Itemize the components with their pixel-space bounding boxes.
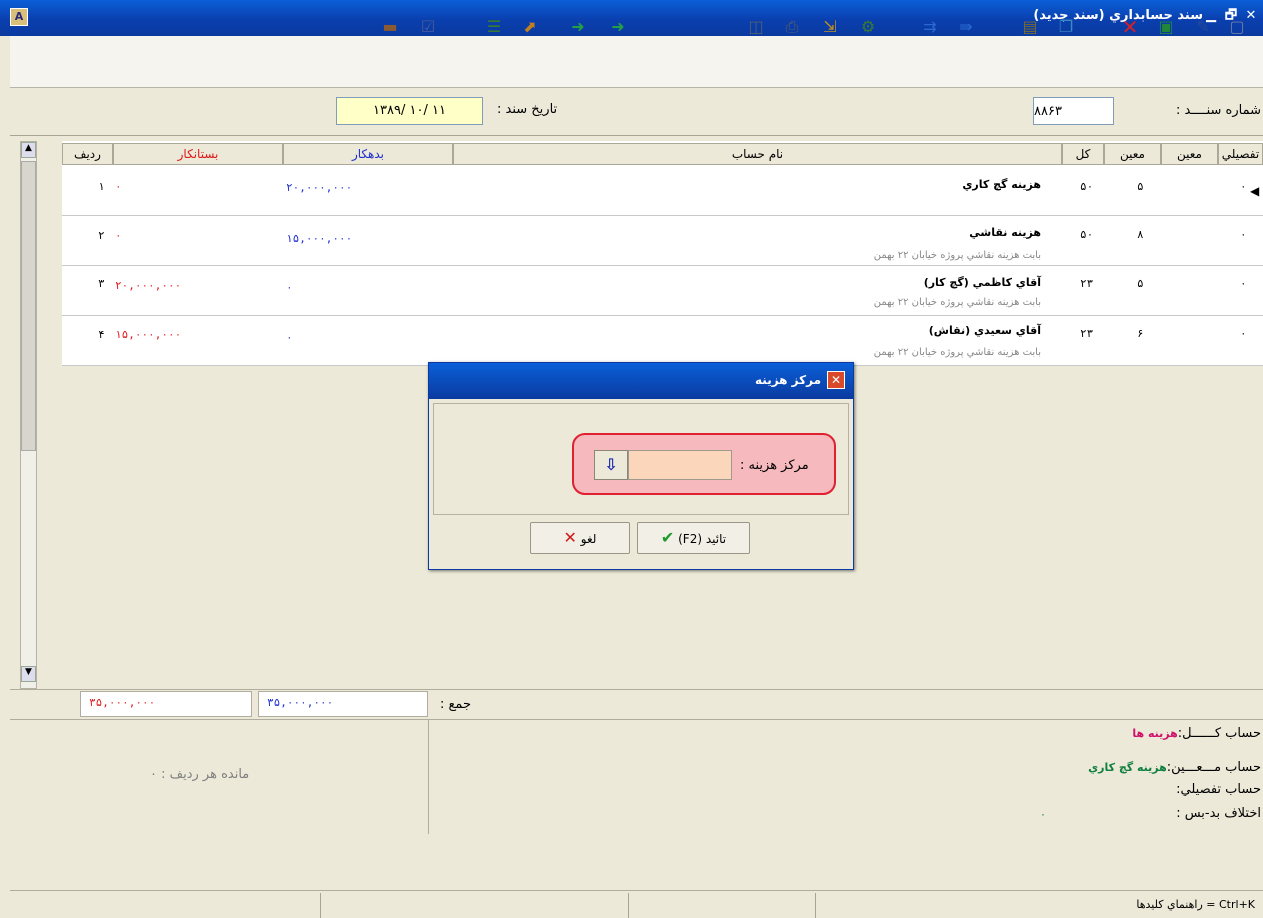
cell-moein[interactable]: ۶ <box>1137 327 1144 340</box>
cell-debit[interactable]: ۱۵,۰۰۰,۰۰۰ <box>286 232 352 245</box>
cell-credit[interactable]: ۰ <box>115 180 122 193</box>
col-header-account-name[interactable]: نام حساب <box>453 143 1062 165</box>
keyboard-help-hint: راهنماي کليدها = Ctrl+K <box>1136 898 1255 911</box>
doc-date-label: تاريخ سند : <box>497 102 558 117</box>
cell-moein[interactable]: ۵ <box>1137 277 1144 290</box>
total-debit: ۳۵,۰۰۰,۰۰۰ <box>258 691 428 717</box>
doc-number-label: شماره سنــــد : <box>1176 103 1261 118</box>
tafsili-account-label: حساب تفصيلي: <box>1176 782 1261 797</box>
kol-account-value: هزينه ها <box>1132 727 1178 740</box>
list-icon[interactable]: ☰ <box>484 17 504 37</box>
col-header-credit[interactable]: بستانکار <box>113 143 283 165</box>
cell-tafsili[interactable]: ۰ <box>1240 327 1247 340</box>
arrow-down-icon: ⇩ <box>604 455 618 474</box>
col-header-row[interactable]: رديف <box>62 143 113 165</box>
cell-account-name[interactable]: هزينه گچ کاري <box>962 178 1041 191</box>
cell-description: بابت هزينه نقاشي پروژه خيابان ۲۲ بهمن <box>873 250 1041 261</box>
cell-moein[interactable]: ۸ <box>1137 228 1144 241</box>
cross-icon: ✕ <box>563 528 577 547</box>
prev-icon[interactable]: ➜ <box>568 17 588 37</box>
cell-description: بابت هزينه نقاشي پروژه خيابان ۲۲ بهمن <box>873 297 1041 308</box>
col-header-moein-secondary[interactable]: معين <box>1104 143 1161 165</box>
briefcase-icon[interactable]: ▬ <box>380 17 400 37</box>
cell-row-number[interactable]: ۳ <box>98 277 105 290</box>
doc-date-field[interactable]: ۱۳۸۹/ ۱۰/ ۱۱ <box>336 97 483 125</box>
paste-icon[interactable]: ▤ <box>1020 17 1040 37</box>
table-row[interactable] <box>62 316 1263 366</box>
scroll-up-icon[interactable]: ▲ <box>21 142 36 158</box>
copy-icon[interactable]: ❐ <box>1056 17 1076 37</box>
delete-icon[interactable]: ✕ <box>1120 17 1140 37</box>
status-divider <box>320 893 321 918</box>
cell-kol[interactable]: ۲۳ <box>1080 277 1093 290</box>
status-divider <box>815 893 816 918</box>
print-icon[interactable]: ⎙ <box>782 17 802 37</box>
doc-date-value: ۱۳۸۹/ ۱۰/ ۱۱ <box>373 103 446 118</box>
save-icon[interactable]: ▣ <box>1156 17 1176 37</box>
cell-credit[interactable]: ۰ <box>115 229 122 242</box>
balance-diff-label: اختلاف بد-بس : <box>1176 806 1261 821</box>
col-header-kol[interactable]: کل <box>1062 143 1104 165</box>
totals-label: جمع : <box>440 697 471 712</box>
cell-debit[interactable]: ۰ <box>286 281 293 294</box>
cell-kol[interactable]: ۵۰ <box>1080 180 1093 193</box>
cell-debit[interactable]: ۰ <box>286 331 293 344</box>
cell-tafsili[interactable]: ۰ <box>1240 228 1247 241</box>
doc-number-field[interactable]: ۸۸۶۳ <box>1033 97 1114 125</box>
cost-center-label: مرکز هزينه : <box>740 458 809 473</box>
status-bar <box>10 890 1263 918</box>
scroll-down-icon[interactable]: ▼ <box>21 666 36 682</box>
col-header-debit[interactable]: بدهکار <box>283 143 453 165</box>
cell-account-name[interactable]: هزينه نقاشي <box>969 226 1041 239</box>
cell-moein[interactable]: ۵ <box>1137 180 1144 193</box>
open-icon[interactable]: ⬈ <box>520 17 540 37</box>
cost-center-input[interactable] <box>628 450 732 480</box>
checkmark-icon: ✔ <box>660 528 675 547</box>
dialog-close-icon[interactable]: ✕ <box>827 371 845 389</box>
table-row[interactable] <box>62 216 1263 266</box>
edit-pencil-icon[interactable]: ✎ <box>1193 17 1213 37</box>
new-doc-icon[interactable]: ▢ <box>1227 17 1247 37</box>
current-row-indicator-icon: ◀ <box>1250 184 1260 198</box>
cell-credit[interactable]: ۲۰,۰۰۰,۰۰۰ <box>115 279 181 292</box>
cell-row-number[interactable]: ۲ <box>98 229 105 242</box>
next-icon[interactable]: ➜ <box>608 17 628 37</box>
table-row[interactable] <box>62 266 1263 316</box>
row-balance-label: مانده هر رديف : ۰ <box>150 767 250 782</box>
cost-center-lookup-button[interactable]: ⇩ <box>594 450 628 480</box>
check-icon[interactable]: ☑ <box>418 17 438 37</box>
balance-diff-value: ۰ <box>1040 808 1046 821</box>
moein-account-label: حساب مـــعـــين:هزينه گچ کاري <box>1088 760 1261 775</box>
cell-kol[interactable]: ۵۰ <box>1080 228 1093 241</box>
toolbar <box>10 36 1263 88</box>
cell-kol[interactable]: ۲۳ <box>1080 327 1093 340</box>
calculator-icon[interactable]: ⚙ <box>858 17 878 37</box>
info-divider <box>428 719 429 834</box>
cell-tafsili[interactable]: ۰ <box>1240 180 1247 193</box>
insert-row-icon[interactable]: ⇛ <box>956 17 976 37</box>
export-icon[interactable]: ⇲ <box>820 17 840 37</box>
status-divider <box>628 893 629 918</box>
confirm-button[interactable]: تائيد (F2) ✔ <box>637 522 750 554</box>
total-credit: ۳۵,۰۰۰,۰۰۰ <box>80 691 252 717</box>
preview-icon[interactable]: ◫ <box>746 17 766 37</box>
cell-debit[interactable]: ۲۰,۰۰۰,۰۰۰ <box>286 181 352 194</box>
doc-number-value: ۸۸۶۳ <box>1034 104 1062 119</box>
col-header-moein[interactable]: معين <box>1161 143 1218 165</box>
cell-account-name[interactable]: آقاي سعيدي (نقاش) <box>929 324 1041 337</box>
cell-credit[interactable]: ۱۵,۰۰۰,۰۰۰ <box>115 328 181 341</box>
cell-row-number[interactable]: ۴ <box>98 328 105 341</box>
dialog-title: مرکز هزينه <box>755 373 821 387</box>
delete-row-icon[interactable]: ⇉ <box>920 17 940 37</box>
cell-row-number[interactable]: ۱ <box>98 180 105 193</box>
app-logo-icon[interactable]: A <box>10 8 28 26</box>
cell-description: بابت هزينه نقاشي پروژه خيابان ۲۲ بهمن <box>873 347 1041 358</box>
kol-account-label: حساب کــــــل:هزينه ها <box>1132 726 1261 741</box>
scroll-thumb[interactable] <box>21 161 36 451</box>
col-header-tafsili[interactable]: تفصيلي <box>1218 143 1263 165</box>
moein-account-value: هزينه گچ کاري <box>1088 761 1167 774</box>
cell-tafsili[interactable]: ۰ <box>1240 277 1247 290</box>
cancel-button[interactable]: لغو ✕ <box>530 522 630 554</box>
cell-account-name[interactable]: آقاي کاظمي (گچ کار) <box>924 276 1041 289</box>
